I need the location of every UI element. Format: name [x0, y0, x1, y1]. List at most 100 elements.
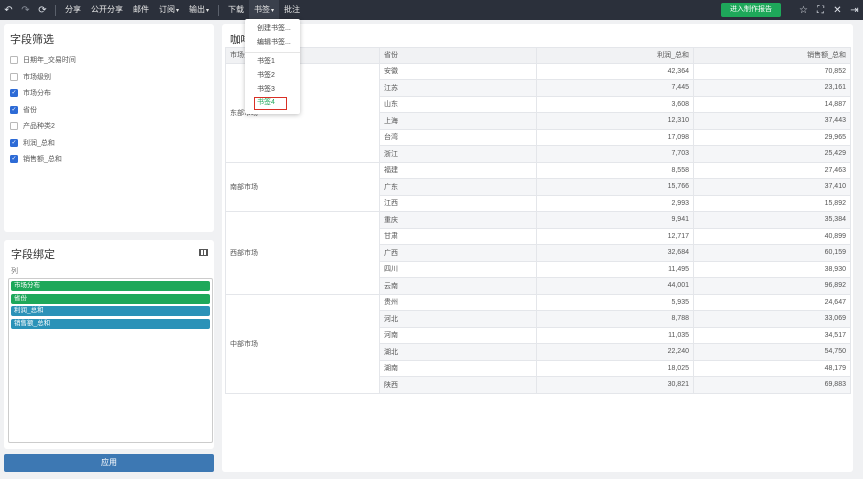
checkbox[interactable]: ✓ — [10, 155, 18, 164]
header-province[interactable]: 省份 — [379, 47, 537, 64]
sales-cell: 29,965 — [693, 128, 851, 146]
edit-bookmark-item[interactable]: 编辑书签... — [245, 36, 300, 50]
region-cell: 西部市场 — [225, 211, 380, 295]
filter-field-label: 销售额_总和 — [23, 156, 62, 164]
filter-field-label: 产品种类2 — [23, 123, 55, 131]
profit-cell: 42,364 — [536, 62, 694, 80]
checkbox[interactable]: ✓ — [10, 138, 18, 147]
checkbox[interactable] — [10, 72, 18, 81]
province-cell: 河北 — [379, 310, 537, 328]
profit-cell: 11,035 — [536, 326, 694, 344]
bound-field-chip[interactable]: 市场分布 — [11, 281, 210, 291]
toolbar-item[interactable]: 书签▾ — [249, 0, 280, 20]
undo-icon[interactable]: ↶ — [0, 0, 17, 20]
filter-field-row[interactable]: ✓ 省份 — [10, 102, 214, 119]
sales-cell: 34,517 — [693, 326, 851, 344]
filter-field-row[interactable]: ✓ 利润_总和 — [10, 135, 214, 152]
province-cell: 上海 — [379, 112, 537, 130]
profit-cell: 18,025 — [536, 359, 694, 377]
province-cell: 江西 — [379, 194, 537, 212]
profit-cell: 7,445 — [536, 79, 694, 97]
report-area: 咖啡销售数据2 市场分布 省份 利润_总和 销售额_总和 东部市场安徽42,36… — [222, 24, 853, 472]
profit-cell: 2,993 — [536, 194, 694, 212]
sales-cell: 96,892 — [693, 277, 851, 295]
filter-panel-title: 字段筛选 — [10, 34, 54, 46]
toolbar-item[interactable]: 下载 — [223, 0, 249, 20]
fullscreen-icon[interactable]: ⛶ — [812, 0, 829, 20]
province-cell: 甘肃 — [379, 227, 537, 245]
bound-field-chip[interactable]: 销售额_总和 — [11, 318, 210, 329]
filter-field-row[interactable]: 日期年_交易时间 — [10, 52, 214, 69]
toolbar-item[interactable]: 分享 — [60, 0, 86, 20]
province-cell: 湖北 — [379, 343, 537, 361]
table-header-row: 市场分布 省份 利润_总和 销售额_总和 — [225, 47, 851, 64]
toolbar-item[interactable]: 订阅▾ — [154, 0, 184, 20]
filter-field-list: 日期年_交易时间 市场级别 ✓ 市场分布 ✓ 省份 产品种类2 ✓ 利润_总和 ✓ 销售额_总和 — [4, 52, 214, 168]
sales-cell: 23,161 — [693, 79, 851, 97]
toolbar-item[interactable]: 公开分享 — [86, 0, 128, 20]
toolbar-item[interactable]: 邮件 — [128, 0, 154, 20]
enter-editor-button[interactable]: 进入制作报告 — [721, 3, 781, 17]
province-cell: 广西 — [379, 244, 537, 262]
filter-field-label: 省份 — [23, 106, 37, 114]
toolbar-item[interactable]: 输出▾ — [184, 0, 214, 20]
checkbox[interactable]: ✓ — [10, 105, 18, 114]
bookmark-2-item[interactable]: 书签2 — [245, 69, 300, 83]
toolbar-item[interactable]: 批注 — [279, 0, 305, 20]
apply-button[interactable]: 应用 — [4, 454, 214, 472]
exit-icon[interactable]: ⇥ — [846, 0, 863, 20]
bound-field-chip[interactable]: 省份 — [11, 293, 210, 304]
filter-field-row[interactable]: 市场级别 — [10, 69, 214, 86]
create-bookmark-item[interactable]: 创建书签... — [245, 22, 300, 36]
filter-field-row[interactable]: ✓ 市场分布 — [10, 85, 214, 102]
sales-cell: 37,443 — [693, 112, 851, 130]
toolbar-item-label: 邮件 — [133, 5, 149, 14]
region-cell: 中部市场 — [225, 293, 380, 394]
checkbox[interactable] — [10, 56, 18, 65]
header-sales[interactable]: 销售额_总和 — [693, 47, 851, 64]
close-icon[interactable]: ✕ — [829, 0, 846, 20]
top-toolbar: ↶ ↷ ⟳ 分享 公开分享 邮件 订阅▾ 输出▾ 下载 书签▾ 批注 进入制作报告 ☆ ⛶ ✕… — [0, 0, 863, 20]
province-cell: 浙江 — [379, 145, 537, 163]
profit-cell: 44,001 — [536, 277, 694, 295]
province-cell: 江苏 — [379, 79, 537, 97]
sales-cell: 38,930 — [693, 260, 851, 278]
profit-cell: 17,098 — [536, 128, 694, 146]
province-cell: 台湾 — [379, 128, 537, 146]
chevron-down-icon: ▾ — [206, 8, 210, 14]
star-icon[interactable]: ☆ — [795, 0, 812, 20]
province-cell: 陕西 — [379, 376, 537, 394]
profit-cell: 15,766 — [536, 178, 694, 196]
refresh-icon[interactable]: ⟳ — [34, 0, 51, 20]
bookmark-4-item[interactable]: 书签4 — [254, 97, 287, 110]
redo-icon[interactable]: ↷ — [17, 0, 34, 20]
checkbox[interactable]: ✓ — [10, 89, 18, 98]
menu-divider — [245, 52, 300, 53]
sales-cell: 37,410 — [693, 178, 851, 196]
toolbar-menu: 分享 公开分享 邮件 订阅▾ 输出▾ 下载 书签▾ 批注 — [60, 0, 305, 20]
bookmark-1-item[interactable]: 书签1 — [245, 55, 300, 69]
header-profit[interactable]: 利润_总和 — [536, 47, 694, 64]
province-cell: 安徽 — [379, 62, 537, 80]
field-bind-panel: 字段绑定 列 市场分布 省份 利润_总和 销售额_总和 — [4, 240, 214, 449]
filter-field-label: 日期年_交易时间 — [23, 57, 76, 65]
bound-field-chip[interactable]: 利润_总和 — [11, 306, 210, 316]
table-icon[interactable] — [199, 249, 208, 256]
filter-field-row[interactable]: 产品种类2 — [10, 118, 214, 135]
sales-cell: 70,852 — [693, 62, 851, 80]
province-cell: 四川 — [379, 260, 537, 278]
filter-field-label: 市场级别 — [23, 73, 51, 81]
profit-cell: 3,608 — [536, 95, 694, 113]
checkbox[interactable] — [10, 122, 18, 131]
bookmark-dropdown: 创建书签... 编辑书签... 书签1 书签2 书签3 书签4 — [245, 19, 300, 114]
sales-cell: 25,429 — [693, 145, 851, 163]
sales-cell: 33,069 — [693, 310, 851, 328]
table-row: 南部市场 福建 8,558 27,463 — [225, 161, 851, 212]
profit-cell: 8,788 — [536, 310, 694, 328]
profit-cell: 22,240 — [536, 343, 694, 361]
bookmark-3-item[interactable]: 书签3 — [245, 83, 300, 97]
filter-field-row[interactable]: ✓ 销售额_总和 — [10, 151, 214, 168]
region-cell: 南部市场 — [225, 161, 380, 212]
column-drop-zone[interactable]: 市场分布省份利润_总和销售额_总和 — [8, 278, 213, 443]
data-table: 市场分布 省份 利润_总和 销售额_总和 东部市场 安徽 42,364 70,852 江… — [225, 47, 851, 394]
